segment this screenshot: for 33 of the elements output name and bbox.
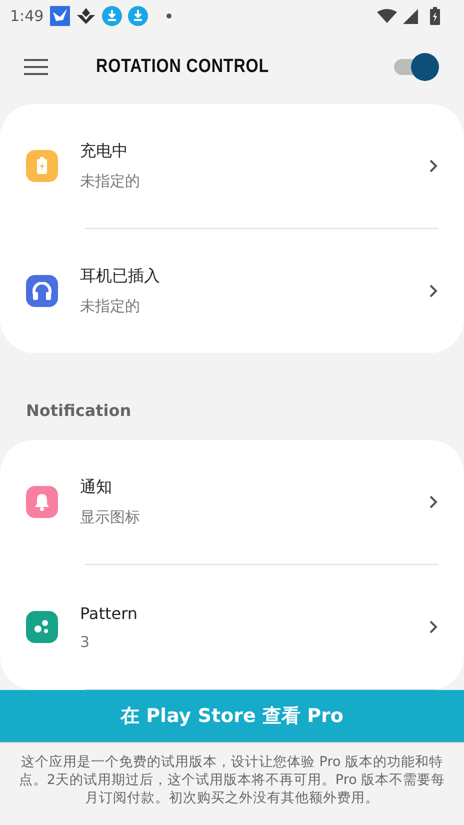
- headphones-icon: [32, 282, 52, 300]
- dots-icon: [33, 618, 51, 636]
- drop-icon: [76, 7, 96, 25]
- chevron-icon: [429, 284, 438, 298]
- toggle-switch[interactable]: [392, 52, 440, 82]
- chevron-icon: [429, 495, 438, 509]
- settings-row[interactable]: 充电中 未指定的: [0, 104, 464, 228]
- row-subtitle: 3: [80, 632, 91, 650]
- row-subtitle: 未指定的: [80, 172, 141, 191]
- settings-row[interactable]: 耳机已插入 未指定的: [0, 229, 464, 353]
- settings-row[interactable]: 通知 显示图标: [0, 440, 464, 564]
- row-title: Pattern: [80, 604, 139, 622]
- bell-icon: [34, 493, 50, 511]
- row-title: 通知: [80, 477, 113, 498]
- row-subtitle: 显示图标: [80, 508, 141, 527]
- battery-icon: [36, 157, 48, 175]
- status-time: 1:49: [10, 7, 44, 25]
- menu-icon[interactable]: [24, 59, 48, 75]
- chevron-icon: [429, 620, 438, 634]
- row-title: 耳机已插入: [80, 266, 161, 287]
- settings-row[interactable]: Pattern 3: [0, 565, 464, 689]
- row-subtitle: 未指定的: [80, 297, 141, 316]
- download-icon: [128, 6, 148, 26]
- chevron-icon: [429, 159, 438, 173]
- row-title: 充电中: [80, 141, 129, 162]
- app-title: ROTATION CONTROL: [96, 56, 270, 78]
- bird-app-icon: [50, 6, 70, 26]
- battery-icon: [430, 7, 440, 25]
- wifi-icon: [377, 9, 397, 23]
- signal-icon: [403, 8, 418, 24]
- download-icon: [102, 6, 122, 26]
- section-header: Notification: [25, 400, 132, 422]
- dot-icon: [166, 13, 172, 19]
